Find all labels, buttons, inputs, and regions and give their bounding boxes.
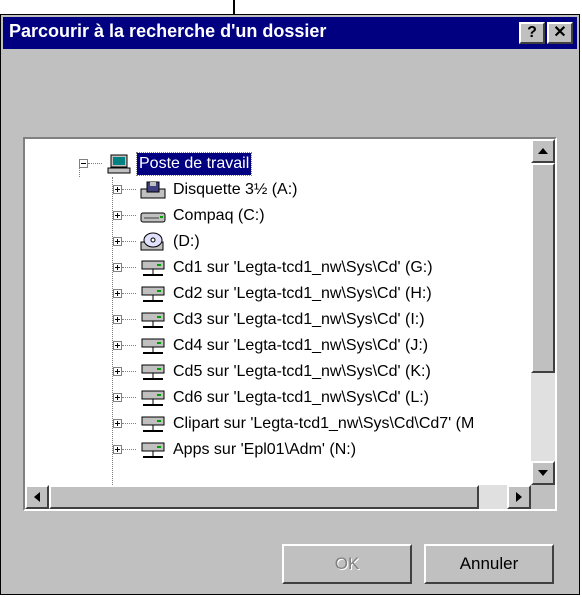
horizontal-scroll-thumb[interactable] xyxy=(49,485,479,509)
tree-item-label[interactable]: Cd2 sur 'Legta-tcd1_nw\Sys\Cd' (H:) xyxy=(171,281,434,307)
tree-item-label[interactable]: Cd1 sur 'Legta-tcd1_nw\Sys\Cd' (G:) xyxy=(171,255,435,281)
arrow-left-icon xyxy=(34,492,40,502)
tree-connector xyxy=(122,371,136,372)
vertical-scrollbar[interactable] xyxy=(531,139,555,485)
expand-toggle[interactable] xyxy=(113,393,122,402)
window-title: Parcourir à la recherche d'un dossier xyxy=(9,21,327,41)
tree-item-label[interactable]: Clipart sur 'Legta-tcd1_nw\Sys\Cd\Cd7' (… xyxy=(171,411,476,437)
floppy-drive-icon xyxy=(140,181,166,199)
network-drive-icon xyxy=(141,442,165,458)
scroll-left-button[interactable] xyxy=(25,485,49,509)
expand-toggle[interactable] xyxy=(113,289,122,298)
network-drive-icon xyxy=(141,364,165,380)
tree-connector xyxy=(122,423,136,424)
scroll-up-button[interactable] xyxy=(531,139,555,163)
tree-item-label[interactable]: Disquette 3½ (A:) xyxy=(171,177,300,203)
tree-item-label[interactable]: Cd6 sur 'Legta-tcd1_nw\Sys\Cd' (L:) xyxy=(171,385,431,411)
scrollbar-corner xyxy=(531,485,555,509)
expand-toggle[interactable] xyxy=(113,263,122,272)
scroll-down-button[interactable] xyxy=(531,461,555,485)
arrow-right-icon xyxy=(516,492,522,502)
ok-button[interactable]: OK xyxy=(282,544,412,584)
expand-toggle[interactable] xyxy=(113,341,122,350)
tree-connector xyxy=(88,163,102,164)
arrow-up-icon xyxy=(538,148,548,154)
tree-item-label[interactable]: Compaq (C:) xyxy=(171,203,267,229)
network-drive-icon xyxy=(141,260,165,276)
expand-toggle[interactable] xyxy=(113,445,122,454)
network-drive-icon xyxy=(141,338,165,354)
tree-item-label[interactable]: Cd3 sur 'Legta-tcd1_nw\Sys\Cd' (I:) xyxy=(171,307,427,333)
expand-toggle[interactable] xyxy=(113,237,122,246)
tree-connector xyxy=(122,267,136,268)
network-drive-icon xyxy=(141,312,165,328)
scroll-right-button[interactable] xyxy=(507,485,531,509)
title-bar[interactable]: Parcourir à la recherche d'un dossier ? … xyxy=(3,17,577,49)
expand-toggle[interactable] xyxy=(113,419,122,428)
collapse-toggle[interactable] xyxy=(79,159,88,168)
help-button[interactable]: ? xyxy=(519,22,545,44)
tree-connector-line xyxy=(112,177,113,485)
tree-item-label[interactable]: Cd4 sur 'Legta-tcd1_nw\Sys\Cd' (J:) xyxy=(171,333,430,359)
tree-connector xyxy=(122,449,136,450)
expand-toggle[interactable] xyxy=(113,367,122,376)
close-button[interactable]: ✕ xyxy=(547,22,573,44)
vertical-scroll-thumb[interactable] xyxy=(531,163,555,373)
folder-tree[interactable]: Poste de travail Disquette 3½ (A:) Compa… xyxy=(23,137,557,511)
tree-item-label[interactable]: (D:) xyxy=(171,229,202,255)
tree-connector xyxy=(122,319,136,320)
tree-connector xyxy=(122,345,136,346)
tree-connector xyxy=(122,397,136,398)
expand-toggle[interactable] xyxy=(113,315,122,324)
expand-toggle[interactable] xyxy=(113,185,122,194)
network-drive-icon xyxy=(141,390,165,406)
browse-folder-dialog: Parcourir à la recherche d'un dossier ? … xyxy=(0,14,580,595)
horizontal-scrollbar[interactable] xyxy=(25,485,531,509)
hard-drive-icon xyxy=(140,212,166,223)
network-drive-icon xyxy=(141,416,165,432)
tree-connector xyxy=(122,241,136,242)
cd-drive-icon xyxy=(140,232,164,251)
tree-item-label[interactable]: Apps sur 'Epl01\Adm' (N:) xyxy=(171,437,358,463)
tree-root-label[interactable]: Poste de travail xyxy=(135,152,253,176)
cancel-button[interactable]: Annuler xyxy=(424,544,554,584)
computer-icon xyxy=(107,154,131,174)
tree-viewport: Poste de travail Disquette 3½ (A:) Compa… xyxy=(25,139,533,485)
tree-connector xyxy=(122,293,136,294)
tree-connector xyxy=(122,189,136,190)
network-drive-icon xyxy=(141,286,165,302)
tree-connector xyxy=(122,215,136,216)
arrow-down-icon xyxy=(538,470,548,476)
expand-toggle[interactable] xyxy=(113,211,122,220)
tree-item-label[interactable]: Cd5 sur 'Legta-tcd1_nw\Sys\Cd' (K:) xyxy=(171,359,433,385)
